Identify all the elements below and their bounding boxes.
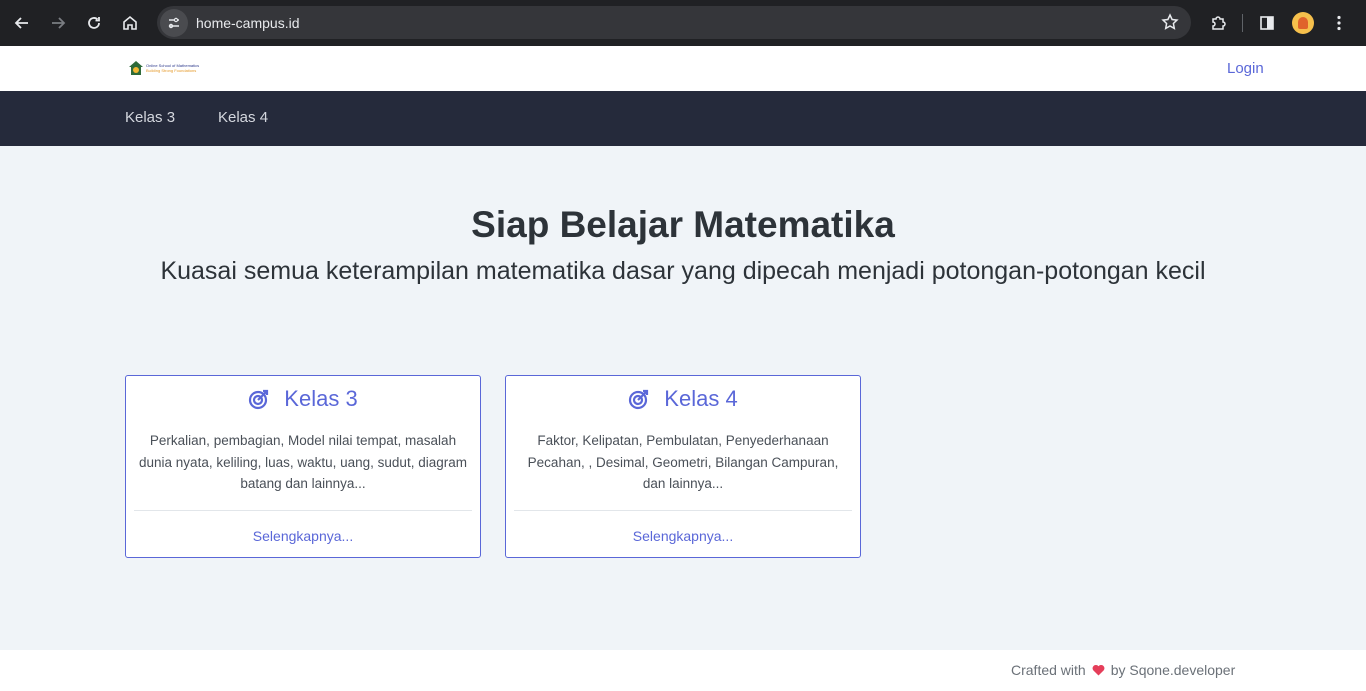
menu-icon[interactable] bbox=[1321, 5, 1357, 41]
site-header: Online School of Mathematics Building St… bbox=[0, 46, 1366, 91]
class-nav-bar: Kelas 3 Kelas 4 bbox=[0, 91, 1366, 146]
profile-avatar[interactable] bbox=[1292, 12, 1314, 34]
forward-icon[interactable] bbox=[40, 5, 76, 41]
extensions-icon[interactable] bbox=[1200, 5, 1236, 41]
side-panel-icon[interactable] bbox=[1249, 5, 1285, 41]
home-icon[interactable] bbox=[112, 5, 148, 41]
reload-icon[interactable] bbox=[76, 5, 112, 41]
card-more-link[interactable]: Selengkapnya... bbox=[506, 528, 860, 544]
bookmark-star-icon[interactable] bbox=[1161, 13, 1179, 31]
heart-icon bbox=[1092, 664, 1105, 676]
card-divider bbox=[134, 510, 472, 511]
page-subtitle: Kuasai semua keterampilan matematika das… bbox=[160, 257, 1206, 285]
class-card-kelas-4: Kelas 4 Faktor, Kelipatan, Pembulatan, P… bbox=[505, 375, 861, 558]
target-icon bbox=[629, 389, 649, 410]
card-description: Perkalian, pembagian, Model nilai tempat… bbox=[139, 433, 467, 491]
card-divider bbox=[514, 510, 852, 511]
logo-line2: Building Strong Foundations bbox=[146, 68, 197, 73]
target-icon bbox=[249, 389, 269, 410]
address-bar[interactable]: home-campus.id bbox=[157, 6, 1191, 39]
browser-toolbar: home-campus.id bbox=[0, 0, 1366, 46]
card-title: Kelas 4 bbox=[664, 386, 738, 411]
card-description: Faktor, Kelipatan, Pembulatan, Penyederh… bbox=[527, 433, 839, 491]
nav-item-kelas-4[interactable]: Kelas 4 bbox=[218, 109, 268, 126]
site-footer: Crafted with by Sqone.developer bbox=[0, 650, 1366, 691]
login-link[interactable]: Login bbox=[1227, 60, 1264, 77]
card-title: Kelas 3 bbox=[284, 386, 358, 411]
nav-item-kelas-3[interactable]: Kelas 3 bbox=[125, 109, 175, 126]
card-more-link[interactable]: Selengkapnya... bbox=[126, 528, 480, 544]
back-icon[interactable] bbox=[4, 5, 40, 41]
logo-mark-icon bbox=[129, 61, 143, 75]
site-logo[interactable]: Online School of Mathematics Building St… bbox=[128, 60, 199, 76]
class-card-kelas-3: Kelas 3 Perkalian, pembagian, Model nila… bbox=[125, 375, 481, 558]
site-info-icon[interactable] bbox=[160, 8, 188, 37]
page-title: Siap Belajar Matematika bbox=[471, 204, 895, 245]
footer-crafted-suffix: by Sqone.developer bbox=[1110, 662, 1236, 678]
footer-crafted-prefix: Crafted with bbox=[1011, 662, 1086, 678]
toolbar-separator bbox=[1242, 14, 1243, 32]
url-text[interactable]: home-campus.id bbox=[196, 15, 300, 31]
